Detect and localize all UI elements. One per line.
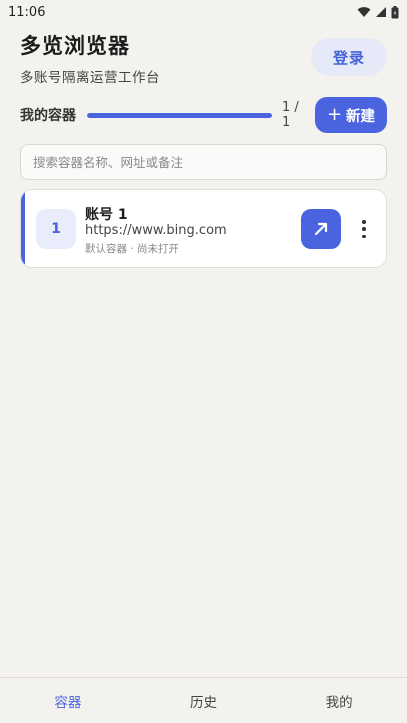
container-meta: 默认容器 · 尚未打开	[85, 243, 180, 255]
nav-tab-containers[interactable]: 容器	[0, 691, 136, 711]
new-container-button[interactable]: + 新建	[315, 97, 387, 133]
search-input[interactable]	[33, 154, 386, 170]
section-title: 我的容器	[20, 108, 76, 124]
more-dot	[362, 227, 366, 231]
containers-section-header: 我的容器 1 / 1 + 新建	[20, 97, 387, 133]
bottom-nav: 容器 历史 我的	[0, 677, 407, 723]
container-url: https://www.bing.com	[85, 223, 227, 238]
container-name: 账号 1	[85, 207, 128, 223]
battery-icon	[391, 5, 399, 18]
container-count: 1 / 1	[282, 100, 299, 130]
open-container-button[interactable]	[301, 209, 341, 249]
nav-tab-mine[interactable]: 我的	[271, 691, 407, 711]
plus-icon: +	[326, 104, 343, 125]
new-container-label: 新建	[346, 108, 376, 125]
header: 多览浏览器 多账号隔离运营工作台 登录	[20, 30, 387, 86]
more-dot	[362, 220, 366, 224]
nav-tab-history[interactable]: 历史	[136, 691, 272, 711]
more-vertical-icon[interactable]	[356, 216, 372, 242]
container-card[interactable]: 1 账号 1 https://www.bing.com 默认容器 · 尚未打开	[20, 189, 387, 268]
status-time: 11:06	[8, 4, 46, 20]
login-button[interactable]: 登录	[311, 38, 387, 76]
more-dot	[362, 234, 366, 238]
container-usage-bar	[87, 112, 272, 118]
container-usage-fill	[87, 112, 272, 118]
search-box[interactable]	[20, 144, 387, 180]
container-index-badge: 1	[36, 209, 76, 249]
signal-icon	[376, 7, 386, 17]
status-bar: 11:06	[0, 0, 407, 24]
card-accent-bar	[21, 190, 25, 267]
arrow-up-right-icon	[314, 222, 328, 236]
wifi-icon	[357, 7, 371, 17]
status-icons	[357, 5, 399, 19]
